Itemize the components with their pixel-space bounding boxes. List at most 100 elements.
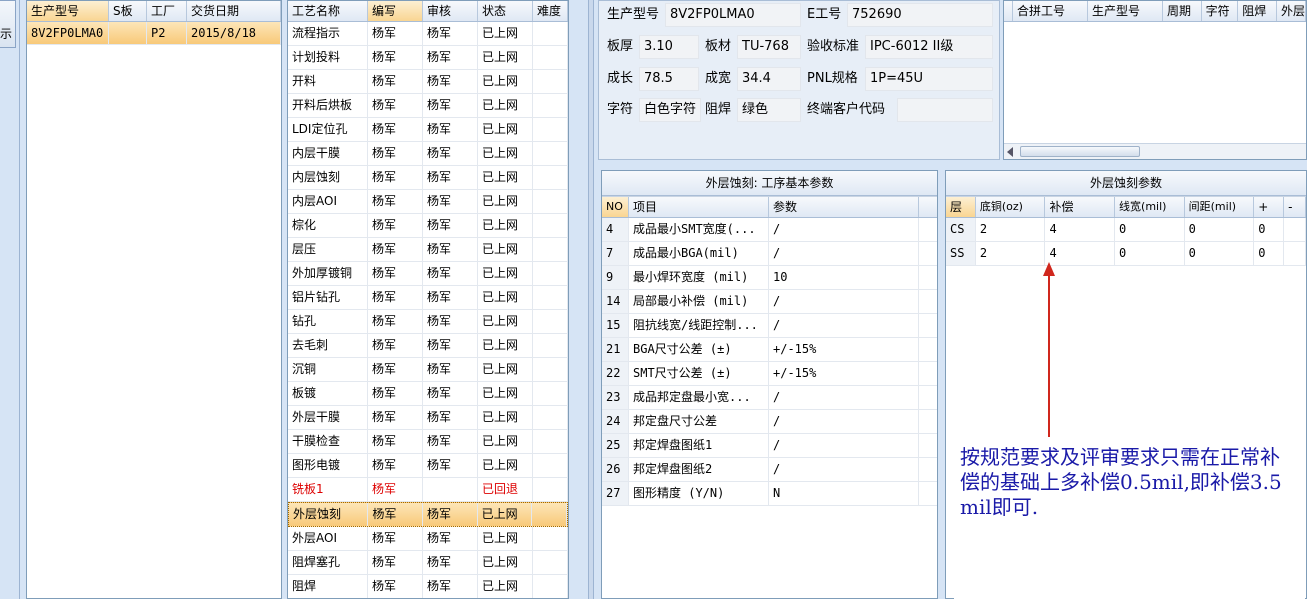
pnl-field[interactable]: 1P=45U xyxy=(865,67,993,91)
process-row[interactable]: 流程指示 杨军 杨军 已上网 xyxy=(288,22,568,46)
panel-splitter[interactable] xyxy=(588,0,594,599)
process-reviewer xyxy=(423,478,478,501)
col-factory[interactable]: 工厂 xyxy=(147,1,187,21)
col-compensation[interactable]: 补偿 xyxy=(1045,197,1116,217)
col-writer[interactable]: 编写 xyxy=(368,1,423,21)
process-row[interactable]: 内层AOI 杨军 杨军 已上网 xyxy=(288,190,568,214)
col-line-width[interactable]: 线宽(mil) xyxy=(1115,197,1185,217)
param-item: 成品最小BGA(mil) xyxy=(629,242,769,265)
width-field[interactable]: 34.4 xyxy=(737,67,801,91)
etch-plus: 0 xyxy=(1254,242,1285,265)
col-base-copper[interactable]: 底铜(oz) xyxy=(976,197,1046,217)
col-minus[interactable]: - xyxy=(1284,197,1306,217)
material-field[interactable]: TU-768 xyxy=(737,35,801,59)
base-param-row[interactable]: 23 成品邦定盘最小宽... / xyxy=(602,386,937,410)
process-reviewer: 杨军 xyxy=(423,334,478,357)
eno-field[interactable]: 752690 xyxy=(847,3,993,27)
col-status[interactable]: 状态 xyxy=(478,1,533,21)
base-param-row[interactable]: 26 邦定焊盘图纸2/ xyxy=(602,458,937,482)
col-merge-outer[interactable]: 外层 xyxy=(1277,1,1306,21)
process-writer: 杨军 xyxy=(368,46,423,69)
process-name: 内层AOI xyxy=(288,190,368,213)
merge-horizontal-scrollbar[interactable] xyxy=(1004,143,1306,159)
col-difficulty[interactable]: 难度 xyxy=(533,1,568,21)
col-item[interactable]: 项目 xyxy=(629,197,769,217)
process-row[interactable]: 阻焊塞孔 杨军 杨军 已上网 xyxy=(288,551,568,575)
process-row[interactable]: 层压 杨军 杨军 已上网 xyxy=(288,238,568,262)
process-row[interactable]: 钻孔 杨军 杨军 已上网 xyxy=(288,310,568,334)
char-field[interactable]: 白色字符 xyxy=(639,98,701,122)
process-row[interactable]: 铣板1 杨军 已回退 xyxy=(288,478,568,502)
process-writer: 杨军 xyxy=(368,118,423,141)
standard-field[interactable]: IPC-6012 II级 xyxy=(865,35,993,59)
process-name: 阻焊 xyxy=(288,575,368,598)
process-row[interactable]: 铝片钻孔 杨军 杨军 已上网 xyxy=(288,286,568,310)
customer-field[interactable] xyxy=(897,98,993,122)
col-reviewer[interactable]: 审核 xyxy=(423,1,478,21)
base-param-row[interactable]: 4 成品最小SMT宽度(... / xyxy=(602,218,937,242)
process-row[interactable]: 外层蚀刻 杨军 杨军 已上网 xyxy=(288,502,568,527)
col-s-board[interactable]: S板 xyxy=(109,1,147,21)
col-spacing[interactable]: 间距(mil) xyxy=(1185,197,1255,217)
col-merge-char[interactable]: 字符 xyxy=(1202,1,1239,21)
process-row[interactable]: 开料后烘板 杨军 杨军 已上网 xyxy=(288,94,568,118)
col-no[interactable]: NO xyxy=(602,197,629,217)
process-status: 已上网 xyxy=(478,430,533,453)
process-row[interactable]: 板镀 杨军 杨军 已上网 xyxy=(288,382,568,406)
param-item: 邦定焊盘图纸1 xyxy=(629,434,769,457)
etch-param-row[interactable]: CS 2 4 0 0 0 xyxy=(946,218,1306,242)
mask-field[interactable]: 绿色 xyxy=(737,98,801,122)
process-row[interactable]: 干膜检查 杨军 杨军 已上网 xyxy=(288,430,568,454)
col-merge-mask[interactable]: 阻焊 xyxy=(1238,1,1277,21)
col-merge-no[interactable]: 合拼工号 xyxy=(1013,1,1088,21)
process-status: 已上网 xyxy=(478,214,533,237)
etch-layer: SS xyxy=(946,242,976,265)
side-button[interactable]: 示 xyxy=(0,0,16,48)
process-row[interactable]: 去毛刺 杨军 杨军 已上网 xyxy=(288,334,568,358)
batch-row[interactable]: 8V2FP0LMA0 P2 2015/8/18 xyxy=(27,22,281,45)
base-param-row[interactable]: 25 邦定焊盘图纸1/ xyxy=(602,434,937,458)
process-rows: 流程指示 杨军 杨军 已上网 计划投料 杨军 杨军 已上网 开料 杨军 杨军 已上网 开料后烘板 杨军 杨军… xyxy=(288,22,568,598)
process-row[interactable]: 沉铜 杨军 杨军 已上网 xyxy=(288,358,568,382)
col-param[interactable]: 参数 xyxy=(769,197,919,217)
process-row[interactable]: 阻焊 杨军 杨军 已上网 xyxy=(288,575,568,598)
process-row[interactable]: 棕化 杨军 杨军 已上网 xyxy=(288,214,568,238)
etch-param-row[interactable]: SS 2 4 0 0 0 xyxy=(946,242,1306,266)
col-plus[interactable]: + xyxy=(1254,197,1285,217)
process-writer: 杨军 xyxy=(368,551,423,574)
col-layer[interactable]: 层 xyxy=(946,197,976,217)
process-row[interactable]: 计划投料 杨军 杨军 已上网 xyxy=(288,46,568,70)
col-delivery-date[interactable]: 交货日期 xyxy=(187,1,281,21)
process-row[interactable]: 内层蚀刻 杨军 杨军 已上网 xyxy=(288,166,568,190)
base-param-row[interactable]: 14 局部最小补偿 (mil) / xyxy=(602,290,937,314)
process-row[interactable]: 开料 杨军 杨军 已上网 xyxy=(288,70,568,94)
param-value: +/-15% xyxy=(769,338,919,361)
scroll-thumb[interactable] xyxy=(1020,146,1140,157)
process-row[interactable]: 图形电镀 杨军 杨军 已上网 xyxy=(288,454,568,478)
col-merge-model[interactable]: 生产型号 xyxy=(1088,1,1163,21)
process-row[interactable]: 外加厚镀铜 杨军 杨军 已上网 xyxy=(288,262,568,286)
base-param-row[interactable]: 9 最小焊环宽度 (mil) 10 xyxy=(602,266,937,290)
process-row[interactable]: LDI定位孔 杨军 杨军 已上网 xyxy=(288,118,568,142)
model-field[interactable]: 8V2FP0LMA0 xyxy=(665,3,801,27)
process-row[interactable]: 外层干膜 杨军 杨军 已上网 xyxy=(288,406,568,430)
thickness-field[interactable]: 3.10 xyxy=(639,35,699,59)
base-param-row[interactable]: 27 图形精度 (Y/N) N xyxy=(602,482,937,506)
base-param-row[interactable]: 22 SMT尺寸公差 (±) +/-15% xyxy=(602,362,937,386)
base-param-row[interactable]: 7 成品最小BGA(mil) / xyxy=(602,242,937,266)
process-writer: 杨军 xyxy=(368,358,423,381)
process-status: 已上网 xyxy=(478,286,533,309)
scroll-left-icon[interactable] xyxy=(1007,147,1013,157)
base-param-row[interactable]: 21 BGA尺寸公差 (±) +/-15% xyxy=(602,338,937,362)
process-reviewer: 杨军 xyxy=(423,310,478,333)
base-param-row[interactable]: 15 阻抗线宽/线距控制... / xyxy=(602,314,937,338)
etch-compensation: 4 xyxy=(1045,218,1116,241)
base-param-row[interactable]: 24 邦定盘尺寸公差 / xyxy=(602,410,937,434)
col-merge-cycle[interactable]: 周期 xyxy=(1163,1,1202,21)
process-row[interactable]: 外层AOI 杨军 杨军 已上网 xyxy=(288,527,568,551)
process-row[interactable]: 内层干膜 杨军 杨军 已上网 xyxy=(288,142,568,166)
col-model[interactable]: 生产型号 xyxy=(27,1,109,21)
process-status: 已上网 xyxy=(478,503,533,526)
col-process-name[interactable]: 工艺名称 xyxy=(288,1,368,21)
length-field[interactable]: 78.5 xyxy=(639,67,699,91)
